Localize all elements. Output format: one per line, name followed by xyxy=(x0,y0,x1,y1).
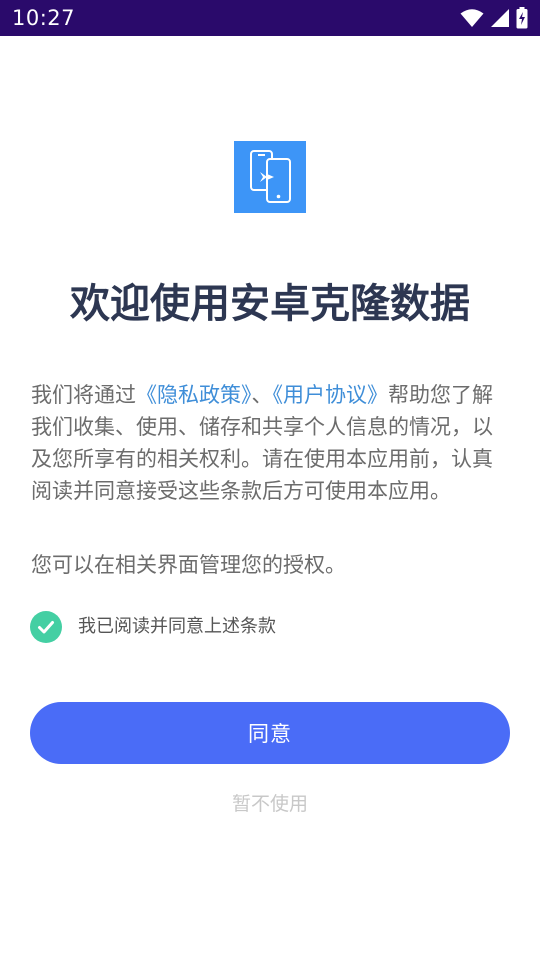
user-agreement-link[interactable]: 《用户协议》 xyxy=(273,383,389,407)
phone-transfer-icon xyxy=(250,150,291,203)
battery-charging-icon xyxy=(516,7,528,29)
wifi-icon xyxy=(460,8,484,28)
status-bar: 10:27 xyxy=(0,0,540,36)
consent-checkbox[interactable] xyxy=(30,610,62,643)
intro-paragraph: 我们将通过《隐私政策》、《用户协议》帮助您了解我们收集、使用、储存和共享个人信息… xyxy=(31,379,511,507)
checkmark-icon xyxy=(38,620,54,633)
consent-row[interactable]: 我已阅读并同意上述条款 xyxy=(30,610,276,643)
intro-text-start: 我们将通过 xyxy=(31,383,136,407)
intro-separator: 、 xyxy=(251,383,273,407)
cellular-signal-icon xyxy=(490,8,510,28)
app-logo xyxy=(234,141,306,213)
status-icons xyxy=(460,6,528,30)
page-title: 欢迎使用安卓克隆数据 xyxy=(70,281,470,327)
status-time: 10:27 xyxy=(12,6,76,30)
consent-label: 我已阅读并同意上述条款 xyxy=(78,615,276,637)
privacy-policy-link[interactable]: 《隐私政策》 xyxy=(136,383,252,407)
manage-authorization-note: 您可以在相关界面管理您的授权。 xyxy=(31,553,346,577)
decline-button[interactable]: 暂不使用 xyxy=(0,789,540,819)
agree-button[interactable]: 同意 xyxy=(30,702,510,764)
